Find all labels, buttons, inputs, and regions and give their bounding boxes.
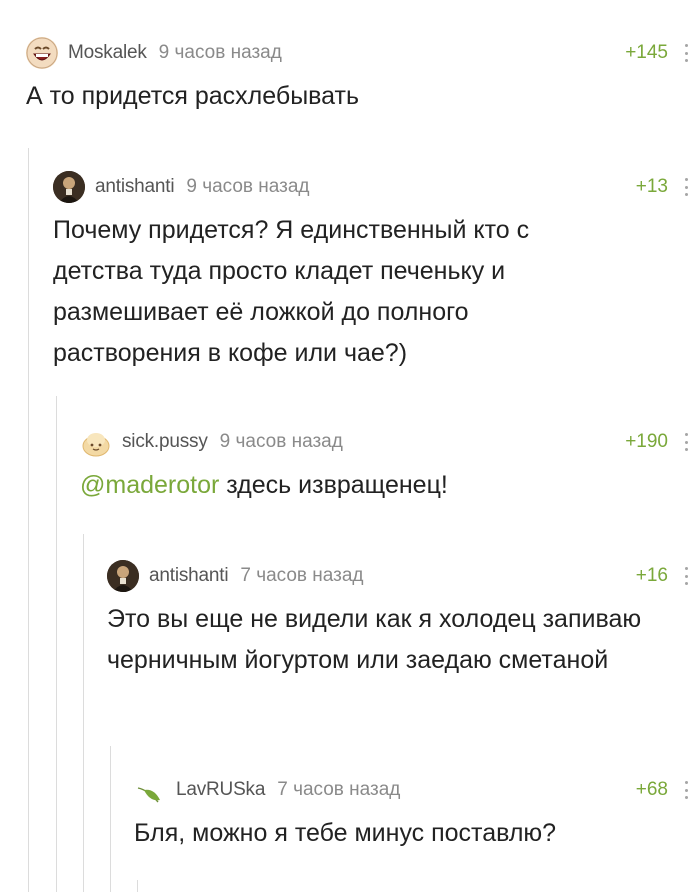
mention-link[interactable]: @maderotor [80,471,219,499]
comment-text: Это вы еще не видели как я холодец запив… [107,605,642,674]
thread-line[interactable] [83,534,84,892]
comment-header: LavRUSka 7 часов назад +68 [134,773,700,807]
comment-text-content: здесь извращенец! [219,471,448,499]
bun-avatar-icon[interactable] [80,426,112,458]
more-options-icon[interactable] [684,178,688,196]
more-options-icon[interactable] [684,44,688,62]
comment: antishanti 7 часов назад +16 Это вы еще … [107,559,700,681]
comment-header: Moskalek 9 часов назад +145 [26,36,700,70]
thread-line[interactable] [110,746,111,892]
comment-text: А то придется расхлебывать [26,82,359,110]
portrait-photo-icon[interactable] [53,171,85,203]
rating: +13 [635,176,668,197]
timestamp[interactable]: 9 часов назад [186,176,309,198]
more-options-icon[interactable] [684,781,688,799]
comment-text: @maderotor здесь извращенец! [80,465,700,506]
timestamp[interactable]: 9 часов назад [159,42,282,64]
thread-line[interactable] [137,880,138,892]
comment-text: Бля, можно я тебе минус поставлю? [134,819,557,847]
username[interactable]: LavRUSka [176,779,265,801]
username[interactable]: antishanti [95,176,175,198]
comment: LavRUSka 7 часов назад +68 Бля, можно я … [134,773,700,854]
username[interactable]: sick.pussy [122,431,208,453]
more-options-icon[interactable] [684,567,688,585]
more-options-icon[interactable] [684,433,688,451]
thread-line[interactable] [56,396,57,892]
timestamp[interactable]: 7 часов назад [240,565,363,587]
comment-header: sick.pussy 9 часов назад +190 [80,425,700,459]
rating: +16 [635,565,668,586]
comment-header: antishanti 9 часов назад +13 [53,170,700,204]
thread-line[interactable] [28,148,29,892]
rating: +68 [635,779,668,800]
comment-header: antishanti 7 часов назад +16 [107,559,700,593]
timestamp[interactable]: 9 часов назад [220,431,343,453]
leaf-icon[interactable] [134,774,166,806]
laughing-face-icon[interactable] [26,37,58,69]
comment: sick.pussy 9 часов назад +190 @maderotor… [80,425,700,506]
rating: +190 [625,431,668,452]
username[interactable]: Moskalek [68,42,147,64]
rating: +145 [625,42,668,63]
timestamp[interactable]: 7 часов назад [277,779,400,801]
comment: Moskalek 9 часов назад +145 А то придетс… [26,36,700,117]
comment: antishanti 9 часов назад +13 Почему прид… [53,170,700,374]
username[interactable]: antishanti [149,565,229,587]
comment-text: Почему придется? Я единственный кто с де… [53,216,530,367]
portrait-photo-icon[interactable] [107,560,139,592]
